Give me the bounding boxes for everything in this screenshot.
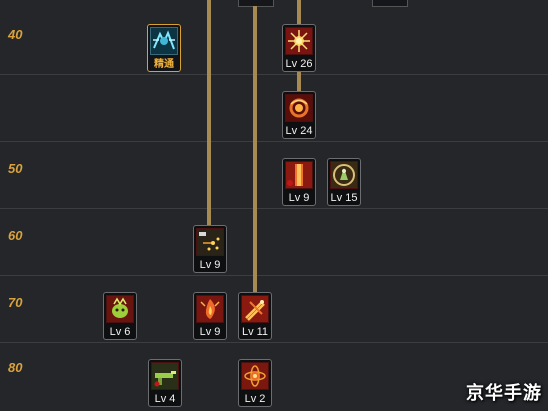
skill-level-label: Lv 9	[288, 192, 310, 204]
sunburst-icon	[285, 27, 313, 55]
skill-slot[interactable]: Lv 15	[327, 158, 361, 206]
skill-slot[interactable]: Lv 11	[238, 292, 272, 340]
skill-slot[interactable]: Lv 6	[103, 292, 137, 340]
skill-level-label: Lv 9	[199, 259, 221, 271]
offscreen-skill-stub	[372, 0, 408, 7]
skill-slot[interactable]: Lv 4	[148, 359, 182, 407]
level-label: 70	[8, 295, 23, 310]
beast-icon	[106, 295, 134, 323]
skill-slot-mastery[interactable]: 精通	[147, 24, 181, 72]
flame-burst-icon	[196, 295, 224, 323]
level-label: 60	[8, 228, 23, 243]
skill-level-label: Lv 26	[285, 58, 313, 70]
connector-line	[253, 6, 257, 294]
level-row-60: 60	[0, 209, 548, 276]
dual-blade-icon	[241, 295, 269, 323]
shield-figure-icon	[330, 161, 358, 189]
skill-slot[interactable]: Lv 24	[282, 91, 316, 139]
skill-level-label: Lv 4	[154, 393, 176, 405]
skill-slot[interactable]: Lv 9	[193, 292, 227, 340]
level-row-70: 70	[0, 276, 548, 343]
level-label: 50	[8, 161, 23, 176]
connector-line	[297, 72, 301, 92]
skill-level-label: Lv 15	[330, 192, 358, 204]
swirl-orb-icon	[285, 94, 313, 122]
watermark: 京华手游	[466, 383, 542, 404]
mastery-label: 精通	[154, 59, 174, 70]
skill-slot[interactable]: Lv 2	[238, 359, 272, 407]
connector-line	[207, 0, 211, 226]
skill-slot[interactable]: Lv 9	[282, 158, 316, 206]
level-row-45	[0, 75, 548, 142]
skill-level-label: Lv 11	[241, 326, 269, 338]
lightning-spider-icon	[150, 27, 178, 55]
skill-level-label: Lv 2	[244, 393, 266, 405]
connector-line	[297, 0, 301, 24]
skill-level-label: Lv 9	[199, 326, 221, 338]
flame-pillar-icon	[285, 161, 313, 189]
level-row-50: 50	[0, 142, 548, 209]
skill-slot[interactable]: Lv 9	[193, 225, 227, 273]
scatter-shot-icon	[196, 228, 224, 256]
level-label: 40	[8, 27, 23, 42]
level-label: 80	[8, 360, 23, 375]
gun-icon	[151, 362, 179, 390]
skill-level-label: Lv 24	[285, 125, 313, 137]
atom-icon	[241, 362, 269, 390]
skill-slot[interactable]: Lv 26	[282, 24, 316, 72]
skill-level-label: Lv 6	[109, 326, 131, 338]
level-row-40: 40	[0, 0, 548, 75]
